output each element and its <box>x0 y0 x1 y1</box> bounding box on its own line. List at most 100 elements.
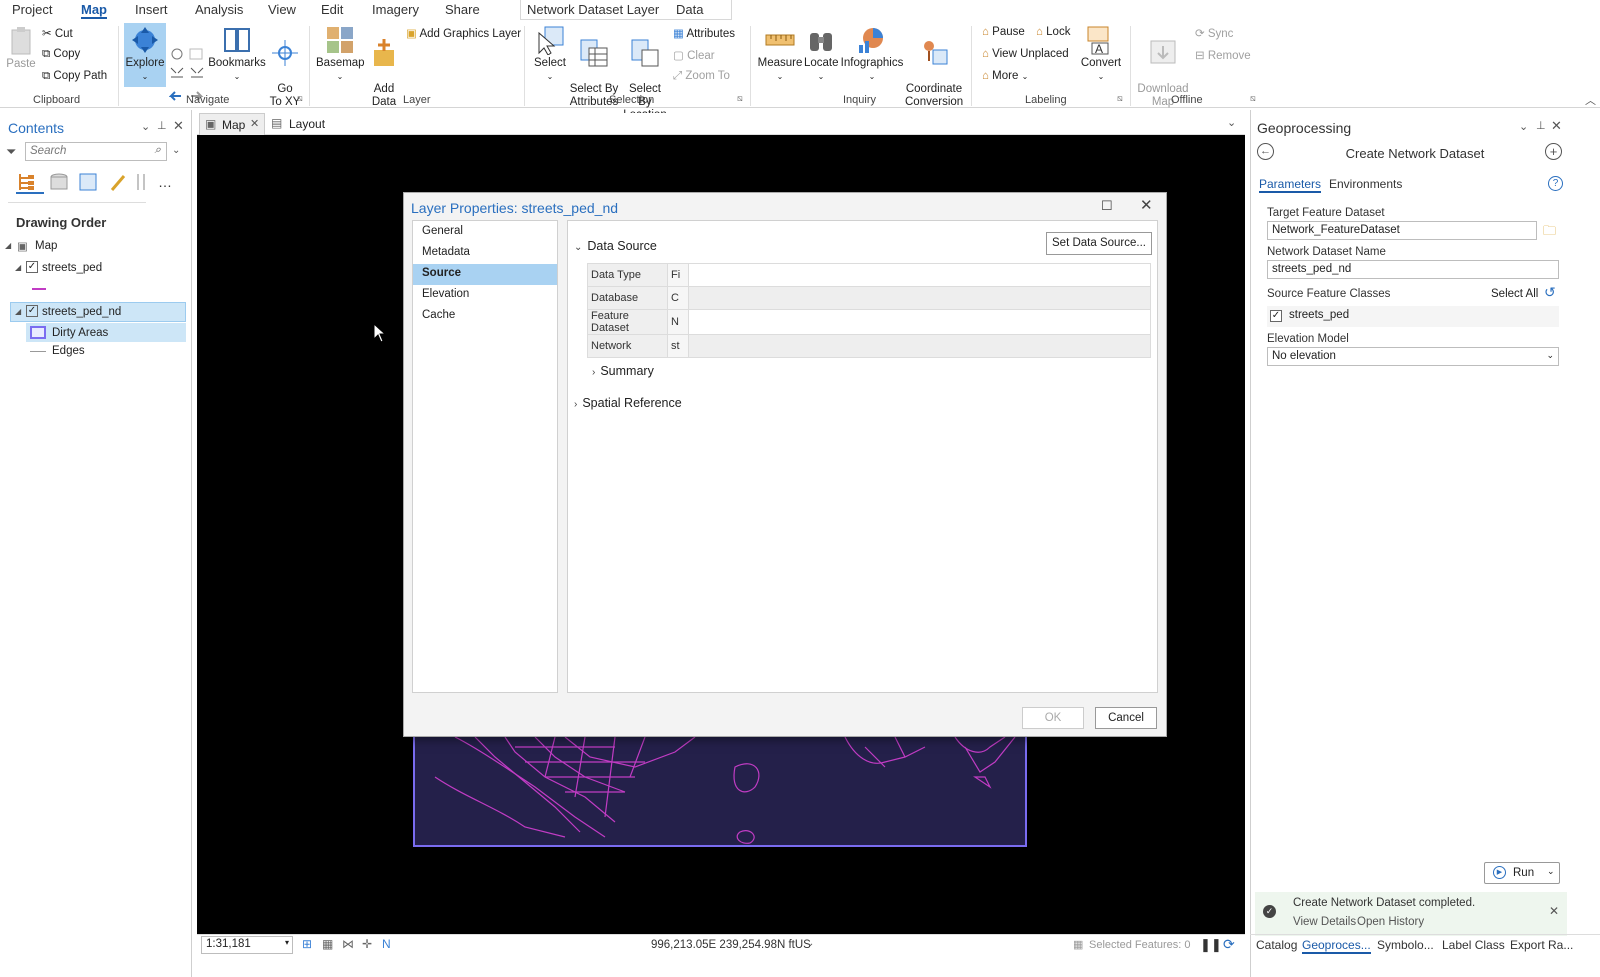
run-button[interactable]: ▶ Run ⌄ <box>1484 862 1560 884</box>
tab-label-class[interactable]: Label Class <box>1442 938 1505 952</box>
basemap-button[interactable]: Basemap ⌄ <box>316 25 365 83</box>
expand-arrow-icon[interactable]: ◢ <box>5 241 11 250</box>
collapse-ribbon-icon[interactable]: ︿ <box>1585 92 1596 108</box>
close-icon[interactable]: ✕ <box>173 118 184 134</box>
copy-button[interactable]: ⧉ Copy <box>42 48 80 61</box>
maximize-icon[interactable]: ☐ <box>1101 198 1113 214</box>
tab-map[interactable]: Map <box>81 2 107 19</box>
close-icon[interactable]: ✕ <box>250 117 259 130</box>
cut-button[interactable]: ✂ Cut <box>42 26 73 40</box>
dialog-launcher-icon[interactable]: ⧅ <box>297 93 303 104</box>
select-button[interactable]: Select ⌄ <box>532 25 568 83</box>
source-feature-class-checkbox[interactable]: ✓ <box>1270 310 1282 322</box>
tab-geoprocessing[interactable]: Geoproces... <box>1302 938 1371 954</box>
tab-export-raster[interactable]: Export Ra... <box>1510 938 1573 952</box>
remove-button[interactable]: ⊟ Remove <box>1195 48 1251 62</box>
layer-visibility-checkbox[interactable]: ✓ <box>26 261 38 273</box>
nav-cache[interactable]: Cache <box>413 306 557 327</box>
close-icon[interactable]: ✕ <box>1551 118 1562 134</box>
view-details-link[interactable]: View Details <box>1293 916 1356 928</box>
tree-item-map[interactable]: Map <box>35 240 57 252</box>
bookmarks-button[interactable]: Bookmarks ⌄ <box>208 25 266 83</box>
nav-metadata[interactable]: Metadata <box>413 243 557 264</box>
network-dataset-name-input[interactable]: streets_ped_nd <box>1267 260 1559 279</box>
select-all-link[interactable]: Select All <box>1491 288 1538 300</box>
target-feature-dataset-input[interactable]: Network_FeatureDataset <box>1267 221 1537 240</box>
nav-source[interactable]: Source <box>413 264 557 285</box>
tab-edit[interactable]: Edit <box>321 2 343 17</box>
lock-button[interactable]: ⌂ Lock <box>1036 26 1070 38</box>
grid-icon[interactable]: ▦ <box>322 937 333 951</box>
elevation-model-select[interactable]: No elevation ⌄ <box>1267 347 1559 366</box>
infographics-button[interactable]: Infographics ⌄ <box>840 25 904 83</box>
dialog-launcher-icon[interactable]: ⧅ <box>737 93 743 104</box>
data-source-section-header[interactable]: ⌄ Data Source <box>574 239 657 253</box>
clear-button[interactable]: ▢ Clear <box>673 48 715 62</box>
select-by-location-button[interactable]: Select By Location <box>621 25 669 122</box>
tree-item-edges[interactable]: Edges <box>52 345 85 357</box>
add-icon[interactable]: + <box>1545 143 1562 160</box>
tree-item-dirty-areas[interactable]: Dirty Areas <box>52 327 108 339</box>
tab-analysis[interactable]: Analysis <box>195 2 243 17</box>
open-history-link[interactable]: Open History <box>1357 916 1424 928</box>
ok-button[interactable]: OK <box>1022 707 1084 729</box>
grid-toggle-icon[interactable]: ⊞ <box>302 937 312 951</box>
expand-arrow-icon[interactable]: ◢ <box>15 307 21 316</box>
layer-visibility-checkbox[interactable]: ✓ <box>26 305 38 317</box>
browse-folder-icon[interactable]: 🗀 <box>1543 222 1556 244</box>
constraint-icon[interactable]: ✛ <box>362 937 372 951</box>
view-unplaced-button[interactable]: ⌂ View Unplaced <box>982 48 1069 60</box>
convert-button[interactable]: A Convert ⌄ <box>1080 25 1122 83</box>
tab-network-dataset-layer[interactable]: Network Dataset Layer <box>527 2 659 17</box>
reset-icon[interactable]: ↺ <box>1544 284 1556 301</box>
back-arrow-icon[interactable]: ← <box>1257 143 1274 160</box>
tree-item-streets-ped[interactable]: streets_ped <box>42 262 102 274</box>
scale-selector[interactable]: 1:31,181 ▾ <box>201 936 293 954</box>
tab-view[interactable]: View <box>268 2 296 17</box>
pin-icon[interactable]: ⊥ <box>1536 119 1546 132</box>
search-options-chevron-icon[interactable]: ⌄ <box>172 145 180 156</box>
explore-button[interactable]: Explore ⌄ <box>124 23 166 87</box>
tab-project[interactable]: Project <box>12 2 52 17</box>
summary-section-header[interactable]: › Summary <box>592 364 654 378</box>
nav-elevation[interactable]: Elevation <box>413 285 557 306</box>
pause-button[interactable]: ⌂ Pause <box>982 26 1025 38</box>
more-button[interactable]: ⌂ More ⌄ <box>982 70 1028 82</box>
expand-arrow-icon[interactable]: ◢ <box>15 263 21 272</box>
close-icon[interactable]: ✕ <box>1140 196 1153 214</box>
spatial-reference-section-header[interactable]: › Spatial Reference <box>574 396 682 410</box>
tab-imagery[interactable]: Imagery <box>372 2 419 17</box>
dialog-launcher-icon[interactable]: ⧅ <box>1250 93 1256 104</box>
nav-general[interactable]: General <box>413 222 557 243</box>
tab-environments[interactable]: Environments <box>1329 177 1402 191</box>
coordinate-conversion-button[interactable]: Coordinate Conversion <box>905 25 963 109</box>
attributes-button[interactable]: ▦ Attributes <box>673 26 735 40</box>
tab-insert[interactable]: Insert <box>135 2 168 17</box>
tab-parameters[interactable]: Parameters <box>1259 177 1322 193</box>
chevron-down-icon[interactable]: ⌄ <box>806 938 814 949</box>
tab-data[interactable]: Data <box>676 2 703 17</box>
tab-symbology[interactable]: Symbolo... <box>1377 938 1434 952</box>
dialog-launcher-icon[interactable]: ⧅ <box>1117 93 1123 104</box>
refresh-icon[interactable]: ⟳ <box>1223 936 1235 953</box>
paste-button[interactable]: Paste <box>6 26 36 71</box>
north-arrow-icon[interactable]: N <box>382 937 391 951</box>
add-data-button[interactable]: Add Data <box>366 25 402 109</box>
tab-layout[interactable]: Layout <box>289 117 325 131</box>
pause-drawing-icon[interactable]: ❚❚ <box>1200 937 1222 953</box>
pane-options-icon[interactable]: ⌄ <box>141 120 150 133</box>
pin-icon[interactable]: ⊥ <box>157 119 167 132</box>
locate-button[interactable]: Locate ⌄ <box>804 25 839 83</box>
cancel-button[interactable]: Cancel <box>1095 707 1157 729</box>
tab-map-view[interactable]: ▣ Map ✕ <box>199 113 265 135</box>
chevron-down-icon[interactable]: ⌄ <box>1227 116 1236 129</box>
set-data-source-button[interactable]: Set Data Source... <box>1046 232 1152 255</box>
zoom-to-button[interactable]: ⤢ Zoom To <box>673 70 730 83</box>
measure-button[interactable]: Measure ⌄ <box>757 25 803 83</box>
tree-item-streets-ped-nd[interactable]: streets_ped_nd <box>42 306 121 318</box>
tab-share[interactable]: Share <box>445 2 480 17</box>
search-input[interactable]: Search ⌕ <box>25 142 167 161</box>
pane-options-icon[interactable]: ⌄ <box>1519 120 1528 133</box>
close-icon[interactable]: ✕ <box>1549 904 1559 918</box>
filter-icon[interactable]: ⏷ <box>6 144 16 160</box>
